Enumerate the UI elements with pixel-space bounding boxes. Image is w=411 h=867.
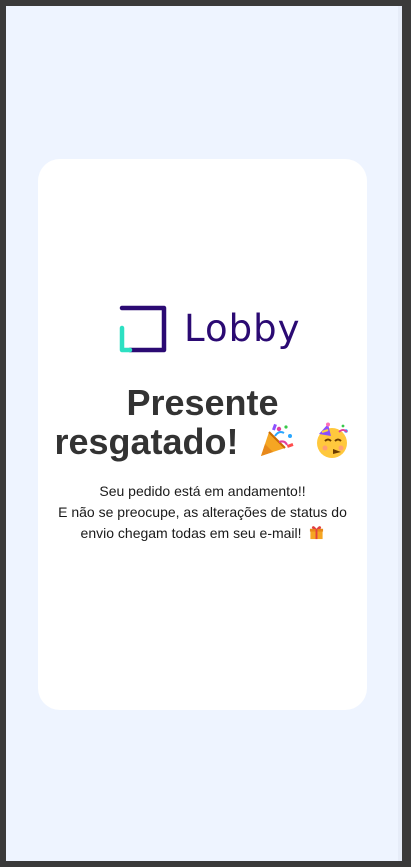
message-line-3: envio chegam todas em seu e-mail! [38,523,367,546]
message-line-1: Seu pedido está em andamento!! [99,483,306,499]
lobby-logo: Lobby [116,303,299,355]
lobby-logo-wordmark: Lobby [184,306,301,350]
scrollbar[interactable] [398,6,402,861]
confirmation-card: Lobby Presente resgatado! Seu pedido est… [38,159,367,710]
page-viewport: Lobby Presente resgatado! Seu pedido est… [6,6,402,861]
title-line-1: Presente [126,382,279,423]
page-title: Presente resgatado! [38,384,367,467]
browser-frame: Lobby Presente resgatado! Seu pedido est… [0,0,411,867]
message-line-3-text: envio chegam todas em seu e-mail! [80,525,302,541]
gift-icon [309,525,324,546]
partying-face-icon [313,422,351,467]
title-line-2-text: resgatado! [54,421,239,463]
lobby-logo-mark [116,303,168,355]
order-message: Seu pedido está em andamento!! E não se … [38,481,367,546]
message-line-2: E não se preocupe, as alterações de stat… [58,504,347,520]
title-line-2: resgatado! [38,422,367,467]
party-popper-icon [257,422,295,467]
